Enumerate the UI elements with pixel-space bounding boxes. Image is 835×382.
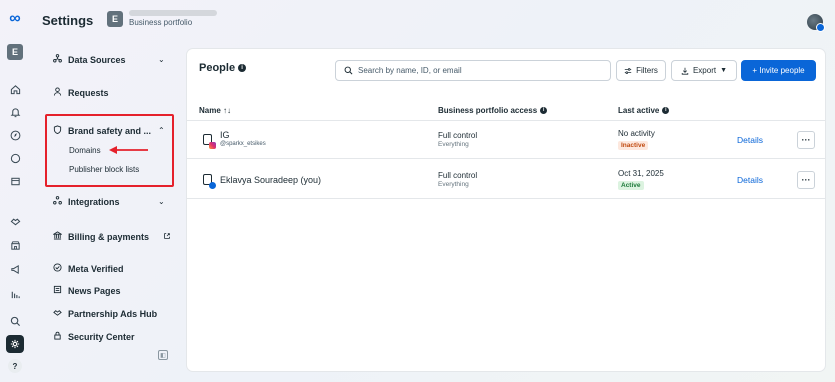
handshake-icon xyxy=(52,308,62,319)
access-level: Full control xyxy=(438,171,478,180)
sidebar-item-label: Partnership Ads Hub xyxy=(68,308,158,319)
column-name[interactable]: Name ↑↓ xyxy=(199,106,231,115)
verified-icon xyxy=(52,263,62,274)
icon-rail: ∞ E ? xyxy=(0,0,30,382)
account-badge: E xyxy=(107,10,123,27)
access-level: Full control xyxy=(438,131,478,140)
details-link[interactable]: Details xyxy=(737,135,763,145)
people-title-text: People xyxy=(199,62,236,74)
filter-icon xyxy=(624,67,632,74)
lock-icon xyxy=(52,331,62,342)
sidebar-item-news-pages[interactable]: News Pages xyxy=(52,285,121,296)
info-icon[interactable]: i xyxy=(662,107,670,115)
sidebar-item-security-center[interactable]: Security Center xyxy=(52,331,135,342)
details-link[interactable]: Details xyxy=(737,175,763,185)
download-icon xyxy=(681,67,689,75)
handshake-icon[interactable] xyxy=(6,212,24,230)
column-last-active: Last active i xyxy=(618,106,670,115)
sidebar-item-label: Meta Verified xyxy=(68,263,124,274)
circle-icon[interactable] xyxy=(6,149,24,167)
last-active: Oct 31, 2025 xyxy=(618,169,664,178)
sidebar-item-requests[interactable]: Requests xyxy=(52,87,109,98)
sidebar-item-billing[interactable]: Billing & payments xyxy=(51,231,150,242)
pages-icon[interactable] xyxy=(6,172,24,190)
sidebar-item-label: Security Center xyxy=(68,331,135,342)
more-options-button[interactable]: ··· xyxy=(797,171,815,189)
export-button[interactable]: Export ▼ xyxy=(671,60,737,81)
sidebar-item-integrations[interactable]: Integrations xyxy=(52,196,120,207)
sidebar-item-partnership-ads-hub[interactable]: Partnership Ads Hub xyxy=(52,308,157,319)
table-row[interactable]: IG @sparkx_etsikes Full control Everythi… xyxy=(187,121,825,159)
column-access: Business portfolio access i xyxy=(438,106,548,115)
table-header: Name ↑↓ Business portfolio access i Last … xyxy=(187,101,825,121)
person-name: IG xyxy=(220,130,230,140)
meta-logo-icon[interactable]: ∞ xyxy=(4,10,26,28)
account-subtitle: Business portfolio xyxy=(129,18,193,27)
chevron-down-icon[interactable]: ⌄ xyxy=(158,197,165,206)
people-heading: People i xyxy=(199,62,247,74)
page-title: Settings xyxy=(42,13,94,28)
chevron-down-icon[interactable]: ⌄ xyxy=(158,55,165,64)
table-row[interactable]: Eklavya Souradeep (you) Full control Eve… xyxy=(187,161,825,199)
megaphone-icon[interactable] xyxy=(6,260,24,278)
integrations-icon xyxy=(52,196,62,207)
person-icon xyxy=(203,174,216,189)
news-icon xyxy=(52,285,62,296)
help-icon[interactable]: ? xyxy=(8,359,22,373)
access-scope: Everything xyxy=(438,141,469,148)
sidebar-item-label: Data Sources xyxy=(68,54,126,65)
export-label: Export xyxy=(692,66,717,75)
collapse-sidebar-icon[interactable]: ◧ xyxy=(158,350,168,360)
access-scope: Everything xyxy=(438,181,469,188)
instagram-icon xyxy=(209,142,216,149)
user-avatar[interactable] xyxy=(807,14,825,32)
info-icon[interactable]: i xyxy=(540,107,548,115)
status-badge: Active xyxy=(618,181,644,190)
account-switcher[interactable]: E Business portfolio xyxy=(107,10,217,27)
account-avatar[interactable]: E xyxy=(7,44,23,60)
bell-icon[interactable] xyxy=(6,103,24,121)
sidebar-item-meta-verified[interactable]: Meta Verified xyxy=(52,263,124,274)
account-name-redacted xyxy=(129,10,217,16)
people-icon xyxy=(52,87,62,98)
person-handle: @sparkx_etsikes xyxy=(220,141,266,147)
search-icon xyxy=(344,66,353,75)
facebook-icon xyxy=(209,182,216,189)
invite-people-button[interactable]: + Invite people xyxy=(741,60,816,81)
sidebar-item-label: Integrations xyxy=(68,196,120,207)
caret-down-icon: ▼ xyxy=(720,67,728,74)
people-panel: Peoplei Filters Export ▼ + Invite people… xyxy=(187,49,825,371)
sidebar-item-label: Billing & payments xyxy=(68,231,150,242)
column-access-label: Business portfolio access xyxy=(438,106,538,115)
bar-chart-icon[interactable] xyxy=(6,285,24,303)
external-link-icon[interactable] xyxy=(163,232,171,242)
column-last-active-label: Last active xyxy=(618,106,660,115)
search-icon[interactable] xyxy=(6,312,24,330)
compass-icon[interactable] xyxy=(6,126,24,144)
last-active: No activity xyxy=(618,129,655,138)
person-name: Eklavya Souradeep (you) xyxy=(220,175,322,185)
gear-icon[interactable] xyxy=(6,335,24,353)
bank-icon xyxy=(51,231,63,242)
arrow-annotation-icon xyxy=(109,146,148,154)
filters-label: Filters xyxy=(636,66,658,75)
person-icon xyxy=(203,134,216,149)
sidebar-item-label: Requests xyxy=(68,87,109,98)
more-options-button[interactable]: ··· xyxy=(797,131,815,149)
store-icon[interactable] xyxy=(6,236,24,254)
home-icon[interactable] xyxy=(6,80,24,98)
status-badge: Inactive xyxy=(618,141,649,150)
filters-button[interactable]: Filters xyxy=(616,60,666,81)
data-sources-icon xyxy=(52,54,62,65)
sidebar-item-label: News Pages xyxy=(68,285,121,296)
info-icon[interactable]: i xyxy=(238,64,247,73)
search-input[interactable] xyxy=(358,66,610,75)
search-box[interactable] xyxy=(335,60,611,81)
sidebar-item-data-sources[interactable]: Data Sources xyxy=(52,54,126,65)
